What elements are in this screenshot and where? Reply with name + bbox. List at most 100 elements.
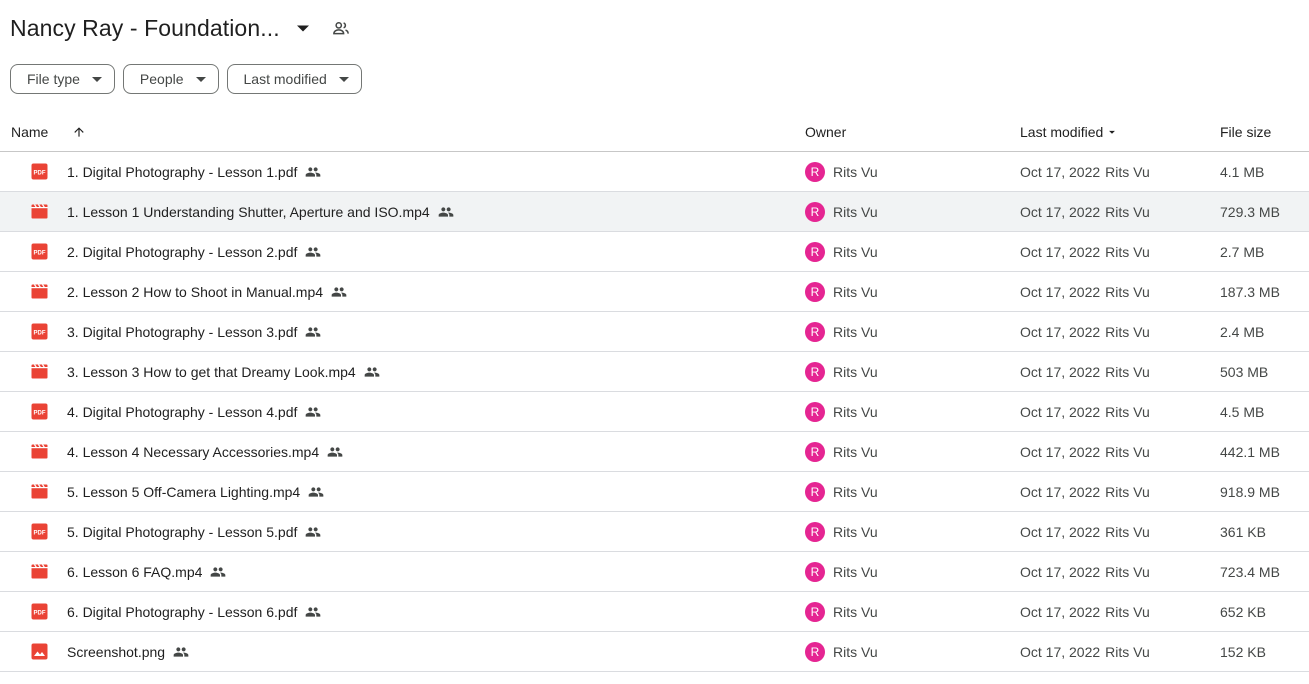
last-modified-cell: Oct 17, 2022 Rits Vu: [1020, 152, 1150, 191]
shared-people-icon: [305, 244, 321, 260]
modified-by: Rits Vu: [1105, 243, 1150, 260]
file-row[interactable]: 3. Lesson 3 How to get that Dreamy Look.…: [0, 352, 1309, 392]
sort-arrow-up-icon[interactable]: [70, 112, 88, 151]
pdf-file-icon: PDF: [31, 512, 48, 551]
file-row[interactable]: 6. Lesson 6 FAQ.mp4 R Rits Vu Oct 17, 20…: [0, 552, 1309, 592]
modified-date: Oct 17, 2022: [1020, 363, 1101, 380]
people-filter-button[interactable]: People: [122, 64, 219, 94]
file-row[interactable]: PDF 3. Digital Photography - Lesson 3.pd…: [0, 312, 1309, 352]
last-modified-cell: Oct 17, 2022 Rits Vu: [1020, 632, 1150, 671]
file-row[interactable]: PDF 6. Digital Photography - Lesson 6.pd…: [0, 592, 1309, 632]
file-row[interactable]: PDF 4. Digital Photography - Lesson 4.pd…: [0, 392, 1309, 432]
avatar: R: [805, 161, 825, 182]
file-row[interactable]: PDF 1. Digital Photography - Lesson 1.pd…: [0, 152, 1309, 192]
shared-people-icon: [210, 564, 226, 580]
sort-caret-down-icon: [1109, 130, 1116, 134]
modified-by: Rits Vu: [1105, 643, 1150, 660]
modified-date: Oct 17, 2022: [1020, 323, 1101, 340]
file-size: 187.3 MB: [1220, 283, 1280, 300]
file-list-header: Name Owner Last modified File size: [0, 112, 1309, 152]
file-name: 2. Lesson 2 How to Shoot in Manual.mp4: [67, 283, 324, 300]
last-modified-filter-button[interactable]: Last modified: [226, 64, 362, 94]
modified-by: Rits Vu: [1105, 403, 1150, 420]
file-row[interactable]: 4. Lesson 4 Necessary Accessories.mp4 R …: [0, 432, 1309, 472]
file-name-cell: 1. Lesson 1 Understanding Shutter, Apert…: [67, 192, 454, 231]
owner-name: Rits Vu: [833, 283, 878, 300]
modified-by: Rits Vu: [1105, 203, 1150, 220]
pdf-file-icon: PDF: [31, 392, 48, 431]
file-size-column-header[interactable]: File size: [1220, 112, 1271, 151]
modified-by: Rits Vu: [1105, 483, 1150, 500]
file-size: 503 MB: [1220, 363, 1269, 380]
folder-menu-caret-icon[interactable]: [294, 19, 312, 37]
modified-date: Oct 17, 2022: [1020, 163, 1101, 180]
shared-people-icon: [305, 404, 321, 420]
file-row[interactable]: 1. Lesson 1 Understanding Shutter, Apert…: [0, 192, 1309, 232]
avatar: R: [805, 241, 825, 262]
owner-name: Rits Vu: [833, 163, 878, 180]
avatar: R: [805, 401, 825, 422]
shared-people-icon: [308, 484, 324, 500]
file-row[interactable]: PDF 2. Digital Photography - Lesson 2.pd…: [0, 232, 1309, 272]
file-name: 5. Lesson 5 Off-Camera Lighting.mp4: [67, 483, 301, 500]
modified-by: Rits Vu: [1105, 283, 1150, 300]
file-type-filter-button[interactable]: File type: [10, 64, 115, 94]
file-name: 3. Digital Photography - Lesson 3.pdf: [67, 323, 298, 340]
video-file-icon: [31, 472, 48, 511]
shared-people-icon: [331, 284, 347, 300]
file-row[interactable]: Screenshot.png R Rits Vu Oct 17, 2022 Ri…: [0, 632, 1309, 672]
file-row[interactable]: 2. Lesson 2 How to Shoot in Manual.mp4 R…: [0, 272, 1309, 312]
last-modified-cell: Oct 17, 2022 Rits Vu: [1020, 592, 1150, 631]
last-modified-cell: Oct 17, 2022 Rits Vu: [1020, 312, 1150, 351]
avatar: R: [805, 561, 825, 582]
owner-name: Rits Vu: [833, 643, 878, 660]
name-column-header[interactable]: Name: [11, 112, 48, 151]
modified-by: Rits Vu: [1105, 323, 1150, 340]
avatar: R: [805, 601, 825, 622]
file-size: 361 KB: [1220, 523, 1266, 540]
owner-column-header[interactable]: Owner: [805, 112, 846, 151]
modified-date: Oct 17, 2022: [1020, 643, 1101, 660]
svg-text:PDF: PDF: [34, 170, 46, 176]
file-name-cell: 6. Digital Photography - Lesson 6.pdf: [67, 592, 321, 631]
shared-folder-icon[interactable]: [330, 17, 352, 39]
video-file-icon: [31, 272, 48, 311]
owner-name: Rits Vu: [833, 363, 878, 380]
file-row[interactable]: PDF 5. Digital Photography - Lesson 5.pd…: [0, 512, 1309, 552]
filter-bar: File type People Last modified: [10, 64, 362, 94]
last-modified-cell: Oct 17, 2022 Rits Vu: [1020, 472, 1150, 511]
owner-name: Rits Vu: [833, 203, 878, 220]
file-name-cell: 3. Digital Photography - Lesson 3.pdf: [67, 312, 321, 351]
svg-text:PDF: PDF: [34, 330, 46, 336]
owner-cell: R Rits Vu: [805, 312, 878, 351]
modified-by: Rits Vu: [1105, 163, 1150, 180]
file-row[interactable]: 5. Lesson 5 Off-Camera Lighting.mp4 R Ri…: [0, 472, 1309, 512]
pdf-file-icon: PDF: [31, 312, 48, 351]
avatar: R: [805, 201, 825, 222]
filter-label: File type: [27, 71, 80, 87]
modified-date: Oct 17, 2022: [1020, 523, 1101, 540]
chevron-down-icon: [338, 76, 349, 82]
owner-name: Rits Vu: [833, 603, 878, 620]
file-size: 2.4 MB: [1220, 323, 1265, 340]
file-name-cell: 5. Lesson 5 Off-Camera Lighting.mp4: [67, 472, 324, 511]
chevron-down-icon: [195, 76, 206, 82]
folder-title[interactable]: Nancy Ray - Foundation...: [10, 15, 280, 42]
modified-by: Rits Vu: [1105, 523, 1150, 540]
owner-cell: R Rits Vu: [805, 352, 878, 391]
owner-cell: R Rits Vu: [805, 472, 878, 511]
modified-date: Oct 17, 2022: [1020, 443, 1101, 460]
video-file-icon: [31, 192, 48, 231]
filter-label: People: [139, 71, 184, 87]
file-name-cell: 3. Lesson 3 How to get that Dreamy Look.…: [67, 352, 380, 391]
last-modified-cell: Oct 17, 2022 Rits Vu: [1020, 352, 1150, 391]
file-list: PDF 1. Digital Photography - Lesson 1.pd…: [0, 152, 1309, 672]
modified-date: Oct 17, 2022: [1020, 403, 1101, 420]
svg-text:PDF: PDF: [34, 410, 46, 416]
last-modified-column-header[interactable]: Last modified: [1020, 112, 1119, 151]
video-file-icon: [31, 352, 48, 391]
shared-people-icon: [438, 204, 454, 220]
modified-date: Oct 17, 2022: [1020, 483, 1101, 500]
owner-name: Rits Vu: [833, 483, 878, 500]
modified-date: Oct 17, 2022: [1020, 203, 1101, 220]
